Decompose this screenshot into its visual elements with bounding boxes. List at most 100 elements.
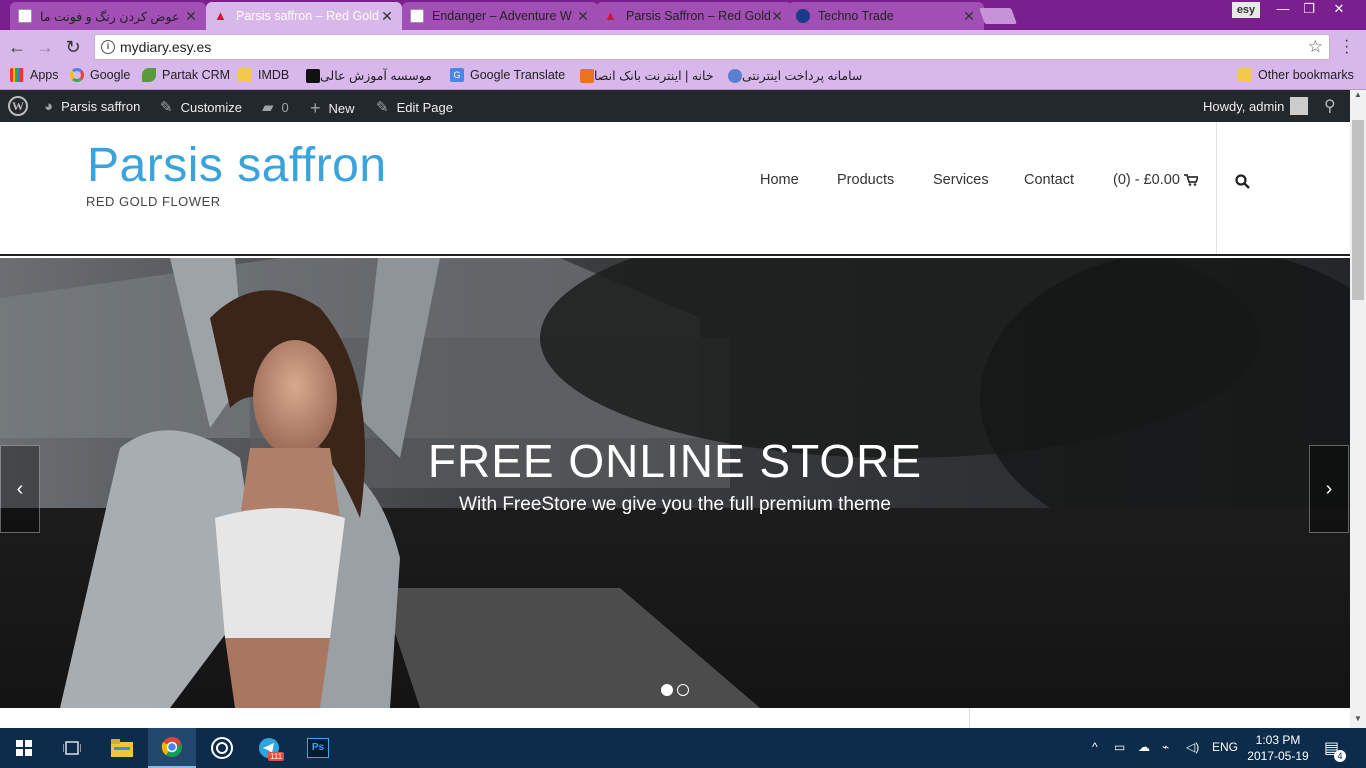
hero-slider: FREE ONLINE STORE With FreeStore we give… xyxy=(0,258,1350,708)
page-scrollbar[interactable]: ▲ ▼ xyxy=(1350,90,1366,728)
tab-title: Parsis Saffron – Red Gold xyxy=(626,9,770,23)
bookmark-institute[interactable]: موسسه آموزش عالی xyxy=(300,68,432,83)
forward-arrow-icon[interactable]: → xyxy=(34,36,56,58)
bookmark-label: سامانه پرداخت اینترنتی xyxy=(742,69,863,83)
translate-icon: G xyxy=(450,68,464,82)
admin-comments-link[interactable]: ▰ 0 xyxy=(262,98,289,116)
site-title[interactable]: Parsis saffron xyxy=(87,138,387,193)
bookmark-label: Apps xyxy=(30,68,59,82)
nav-cart[interactable]: (0) - £0.00 xyxy=(1113,172,1198,188)
content-divider xyxy=(969,708,970,728)
browser-tab[interactable]: عوض کردن رنگ و فونت ما ✕ xyxy=(10,2,206,30)
bookmark-label: Partak CRM xyxy=(162,68,231,82)
bookmark-imdb[interactable]: IMDB xyxy=(238,68,289,82)
nav-products[interactable]: Products xyxy=(837,172,894,188)
admin-account-menu[interactable]: Howdy, admin xyxy=(1203,97,1309,115)
window-close-icon[interactable]: ✕ xyxy=(1326,0,1352,18)
admin-new-link[interactable]: + New xyxy=(310,98,355,119)
profile-button[interactable]: esy xyxy=(1232,2,1260,18)
leaf-icon xyxy=(142,68,156,82)
photoshop-icon[interactable]: Ps xyxy=(294,728,342,768)
reload-icon[interactable]: ↻ xyxy=(62,36,84,58)
nav-services[interactable]: Services xyxy=(933,172,989,188)
close-icon[interactable]: ✕ xyxy=(770,8,784,25)
back-arrow-icon[interactable]: ← xyxy=(6,36,28,58)
slider-prev-button[interactable]: ‹ xyxy=(0,445,40,533)
bookmark-google[interactable]: Google xyxy=(70,68,130,82)
menu-kebab-icon[interactable]: · · · xyxy=(1344,33,1349,61)
comment-count: 0 xyxy=(281,99,289,115)
language-indicator[interactable]: ENG xyxy=(1212,740,1238,754)
volume-icon[interactable]: ◁) xyxy=(1186,740,1199,754)
obs-icon[interactable] xyxy=(198,728,246,768)
url-text[interactable]: mydiary.esy.es xyxy=(120,39,211,55)
folder-icon xyxy=(1238,68,1252,82)
admin-site-label: Parsis saffron xyxy=(61,99,141,114)
network-icon[interactable]: ⌁ xyxy=(1162,740,1169,754)
plus-icon: + xyxy=(310,98,321,118)
nav-contact[interactable]: Contact xyxy=(1024,172,1074,188)
bookmark-label: Google Translate xyxy=(470,68,566,82)
payment-logo-icon xyxy=(728,68,742,83)
info-icon[interactable]: i xyxy=(101,40,115,54)
scroll-thumb[interactable] xyxy=(1352,120,1364,300)
minimize-icon[interactable]: — xyxy=(1270,0,1296,18)
file-explorer-icon[interactable] xyxy=(98,728,146,768)
tray-expand-icon[interactable]: ^ xyxy=(1092,740,1098,754)
slider-dot[interactable] xyxy=(677,684,689,696)
bookmark-bank[interactable]: خانه | اینترنت بانک انصا xyxy=(574,68,714,83)
nav-home[interactable]: Home xyxy=(760,172,799,188)
admin-customize-link[interactable]: ✎ Customize xyxy=(160,98,242,116)
battery-icon[interactable]: ▭ xyxy=(1114,740,1125,754)
telegram-icon[interactable]: 111 xyxy=(246,728,294,768)
browser-tab[interactable]: Techno Trade ✕ xyxy=(788,2,984,30)
wp-admin-bar: W ◕ Parsis saffron ✎ Customize ▰ 0 + New… xyxy=(0,90,1350,122)
admin-site-link[interactable]: ◕ Parsis saffron xyxy=(44,98,140,115)
close-icon[interactable]: ✕ xyxy=(184,8,198,25)
hero-title: FREE ONLINE STORE xyxy=(427,435,923,487)
browser-tab[interactable]: Endanger – Adventure W ✕ xyxy=(402,2,598,30)
restore-icon[interactable]: ❐ xyxy=(1296,0,1322,18)
address-bar[interactable]: i mydiary.esy.es ☆ xyxy=(94,34,1330,60)
chevron-left-icon: ‹ xyxy=(16,478,24,500)
task-view-icon[interactable] xyxy=(48,728,96,768)
windows-start-icon[interactable] xyxy=(0,728,48,768)
hero-subtitle: With FreeStore we give you the full prem… xyxy=(459,494,891,515)
admin-edit-label: Edit Page xyxy=(396,99,453,115)
chrome-icon[interactable] xyxy=(148,728,196,768)
slider-dot-active[interactable] xyxy=(661,684,673,696)
bookmark-other[interactable]: Other bookmarks xyxy=(1238,68,1354,82)
scroll-down-icon[interactable]: ▼ xyxy=(1350,714,1366,728)
site-header: Parsis saffron RED GOLD FLOWER Home Prod… xyxy=(0,122,1350,256)
scroll-up-icon[interactable]: ▲ xyxy=(1350,90,1366,104)
onedrive-icon[interactable]: ☁ xyxy=(1138,740,1150,754)
clock[interactable]: 1:03 PM 2017-05-19 xyxy=(1244,732,1312,764)
search-icon[interactable] xyxy=(1235,174,1251,190)
techno-trade-favicon-icon xyxy=(796,9,810,23)
google-icon xyxy=(70,68,84,82)
browser-tab[interactable]: ▲ Parsis Saffron – Red Gold ✕ xyxy=(596,2,792,30)
admin-new-label: New xyxy=(328,101,355,116)
admin-edit-page-link[interactable]: ✎ Edit Page xyxy=(376,98,453,116)
close-icon[interactable]: ✕ xyxy=(962,8,976,25)
header-divider xyxy=(1216,122,1217,254)
notification-count: 4 xyxy=(1334,750,1346,762)
close-icon[interactable]: ✕ xyxy=(576,8,590,25)
bookmark-label: Other bookmarks xyxy=(1258,68,1354,82)
slider-next-button[interactable]: › xyxy=(1309,445,1349,533)
clock-date: 2017-05-19 xyxy=(1247,749,1309,763)
cart-icon xyxy=(1183,174,1198,186)
browser-tab-active[interactable]: ▲ Parsis saffron – Red Gold ✕ xyxy=(206,2,402,30)
admin-search-icon[interactable]: ⚲ xyxy=(1324,96,1336,116)
close-icon[interactable]: ✕ xyxy=(380,8,394,25)
wordpress-logo-icon[interactable]: W xyxy=(8,96,28,116)
bookmark-partak-crm[interactable]: Partak CRM xyxy=(142,68,230,82)
bookmark-star-icon[interactable]: ☆ xyxy=(1308,37,1323,57)
bookmark-google-translate[interactable]: G Google Translate xyxy=(450,68,565,82)
howdy-label: Howdy, admin xyxy=(1203,98,1285,114)
tab-title: Techno Trade xyxy=(818,9,894,23)
new-tab-button[interactable] xyxy=(979,8,1017,24)
page-icon xyxy=(18,9,32,23)
bookmark-apps[interactable]: Apps xyxy=(10,68,59,82)
bookmark-payment[interactable]: سامانه پرداخت اینترنتی xyxy=(722,68,862,83)
